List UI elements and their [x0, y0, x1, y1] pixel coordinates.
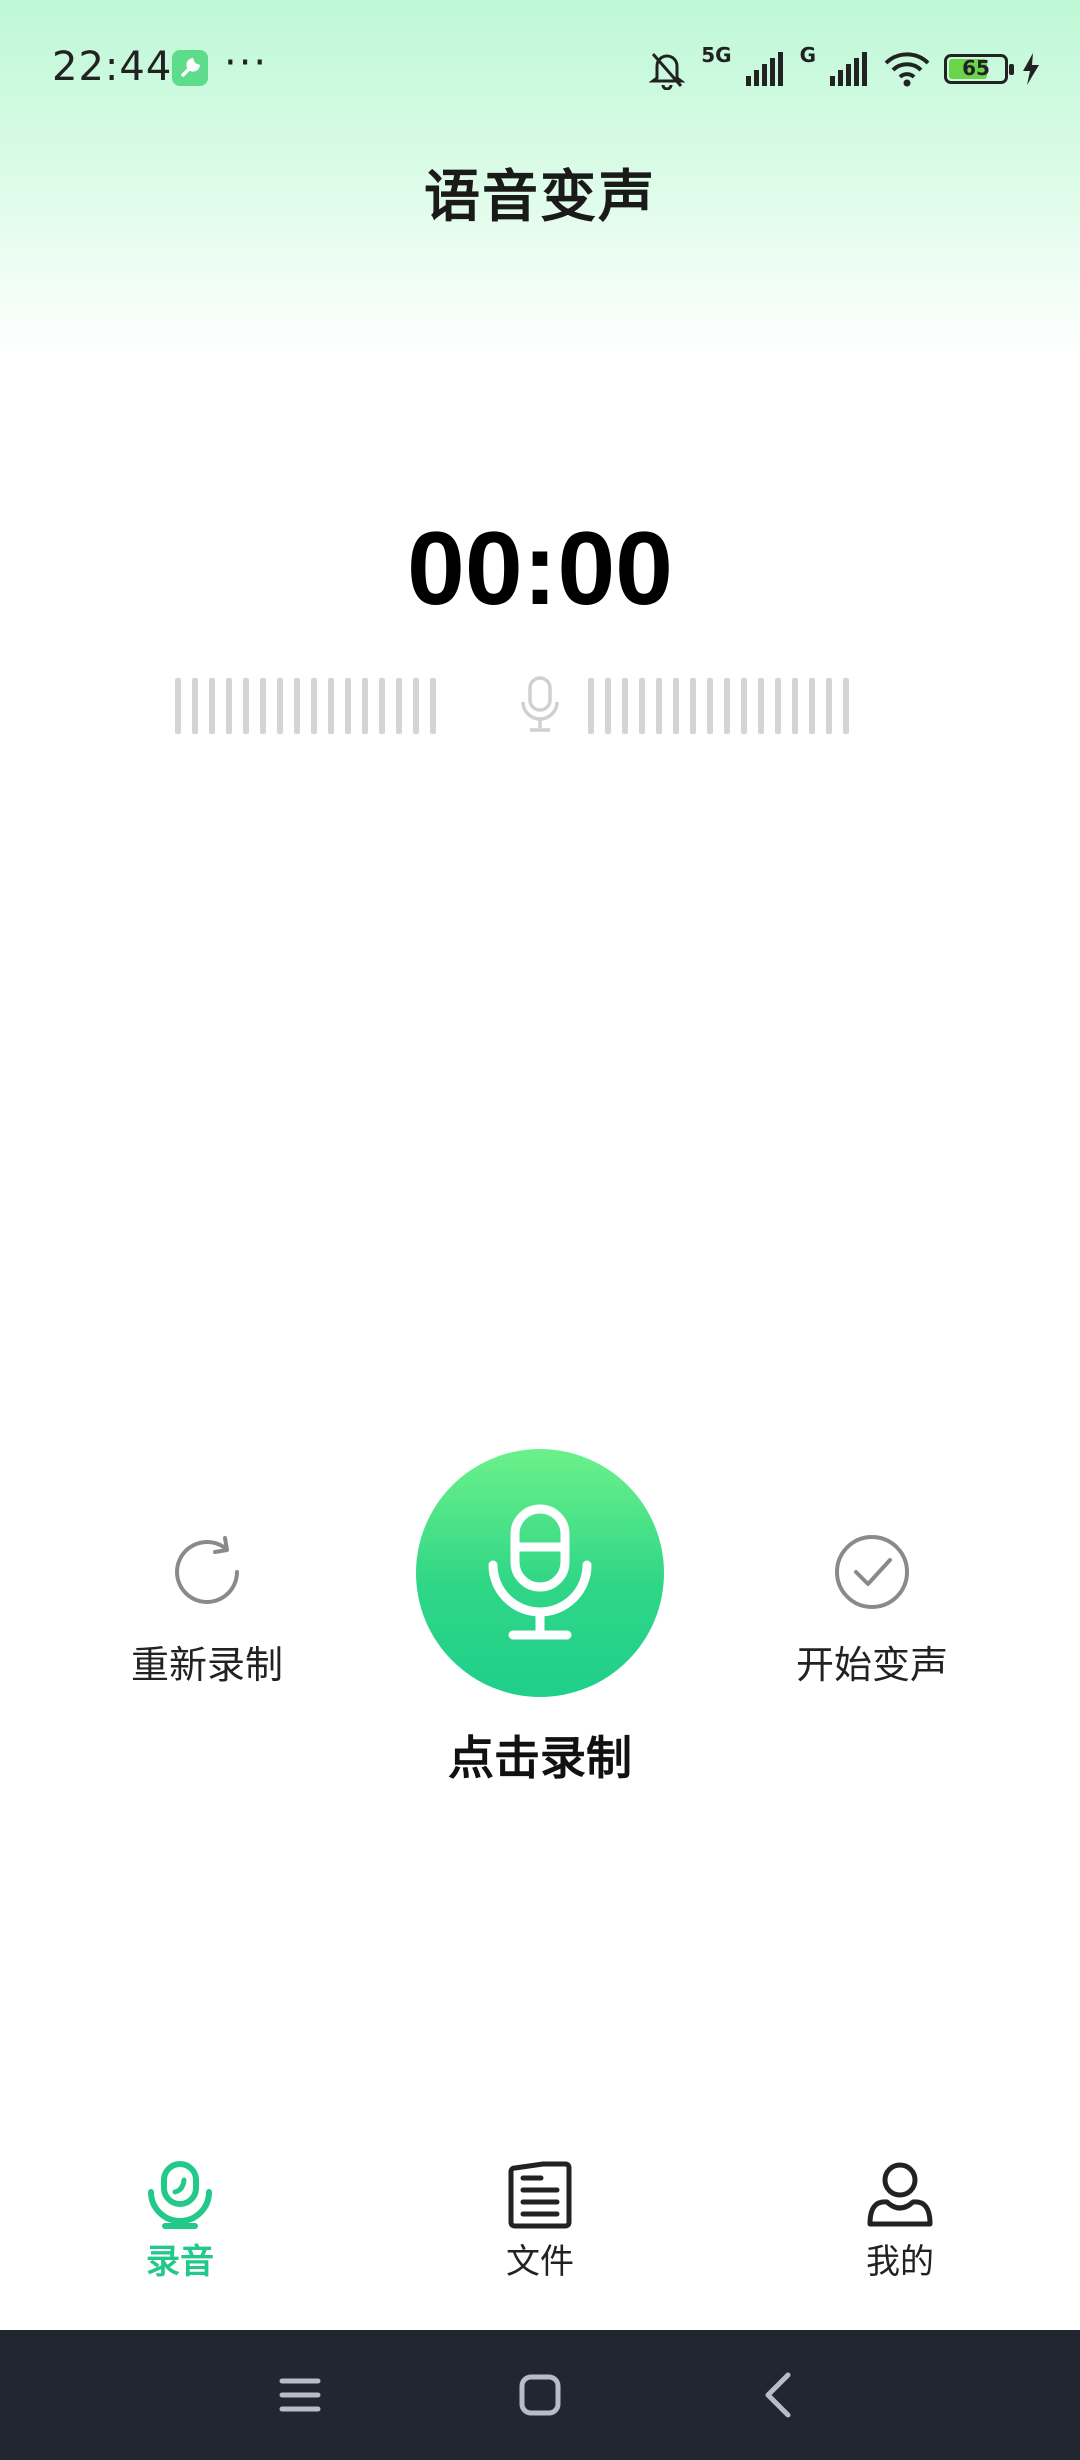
- signal-2-label: G: [799, 43, 816, 67]
- waveform-bar: [724, 678, 730, 734]
- rerecord-button[interactable]: 重新录制: [107, 1530, 307, 1689]
- waveform-bar: [209, 678, 215, 734]
- waveform-bar: [260, 678, 266, 734]
- profile-icon: [867, 2162, 933, 2227]
- mute-bell-icon: [648, 53, 686, 90]
- status-icons: 5G G 65: [647, 43, 1040, 94]
- waveform-bar: [413, 678, 419, 734]
- nav-item-files[interactable]: 文件: [450, 2160, 630, 2283]
- recording-timer: 00:00: [407, 511, 673, 627]
- waveform-bar: [843, 678, 849, 734]
- waveform-left: [175, 676, 436, 736]
- status-bar: 22:44 ··· 5G G 65: [0, 0, 1080, 130]
- waveform-bar: [192, 678, 198, 734]
- home-icon[interactable]: [510, 2365, 570, 2425]
- back-icon[interactable]: [750, 2365, 810, 2425]
- check-circle-icon: [835, 1535, 909, 1609]
- waveform-bar: [775, 678, 781, 734]
- waveform-mic-icon: [521, 676, 559, 732]
- waveform-bar: [311, 678, 317, 734]
- waveform-bar: [826, 678, 832, 734]
- waveform-bar: [622, 678, 628, 734]
- nav-item-record[interactable]: 录音: [90, 2160, 270, 2283]
- status-more-icon: ···: [224, 40, 269, 86]
- mic-icon: [488, 1504, 592, 1640]
- waveform-bar: [673, 678, 679, 734]
- status-time: 22:44: [52, 44, 173, 90]
- waveform-right: [588, 676, 849, 736]
- start-voice-change-button[interactable]: 开始变声: [772, 1530, 972, 1689]
- menu-icon[interactable]: [270, 2365, 330, 2425]
- battery-icon: 65: [944, 54, 1014, 84]
- signal-1-label: 5G: [701, 43, 732, 67]
- waveform-bar: [396, 678, 402, 734]
- signal-icon: [830, 52, 867, 86]
- wifi-icon: [884, 52, 930, 87]
- nav-label-profile: 我的: [866, 2242, 934, 2282]
- waveform-bar: [707, 678, 713, 734]
- waveform-bar: [226, 678, 232, 734]
- waveform-bar: [328, 678, 334, 734]
- waveform-bar: [430, 678, 436, 734]
- waveform-bar: [379, 678, 385, 734]
- battery-level: 65: [962, 56, 990, 80]
- start-voice-change-label: 开始变声: [795, 1643, 948, 1687]
- app-tool-icon: [172, 50, 208, 86]
- waveform-bar: [639, 678, 645, 734]
- nav-item-profile[interactable]: 我的: [810, 2160, 990, 2283]
- nav-label-record: 录音: [146, 2242, 214, 2282]
- waveform-bar: [758, 678, 764, 734]
- waveform-bar: [792, 678, 798, 734]
- waveform-bar: [690, 678, 696, 734]
- waveform-bar: [277, 678, 283, 734]
- file-icon: [508, 2161, 572, 2229]
- waveform-bar: [175, 678, 181, 734]
- waveform-bar: [362, 678, 368, 734]
- waveform-bar: [809, 678, 815, 734]
- rerecord-label: 重新录制: [130, 1643, 283, 1687]
- record-button[interactable]: [416, 1449, 664, 1697]
- waveform-bar: [741, 678, 747, 734]
- charging-icon: [1023, 53, 1039, 85]
- signal-icon: [745, 52, 783, 86]
- waveform-bar: [588, 678, 594, 734]
- system-nav-bar: [0, 2330, 1080, 2460]
- record-label: 点击录制: [448, 1731, 632, 1785]
- bottom-nav: 录音 文件 我的: [0, 2140, 1080, 2330]
- waveform-bar: [656, 678, 662, 734]
- page-title: 语音变声: [424, 165, 656, 230]
- record-mic-icon: [148, 2161, 212, 2229]
- waveform-bar: [345, 678, 351, 734]
- refresh-icon: [175, 1536, 239, 1604]
- nav-label-files: 文件: [506, 2242, 574, 2282]
- waveform-bar: [294, 678, 300, 734]
- waveform-bar: [243, 678, 249, 734]
- waveform-bar: [605, 678, 611, 734]
